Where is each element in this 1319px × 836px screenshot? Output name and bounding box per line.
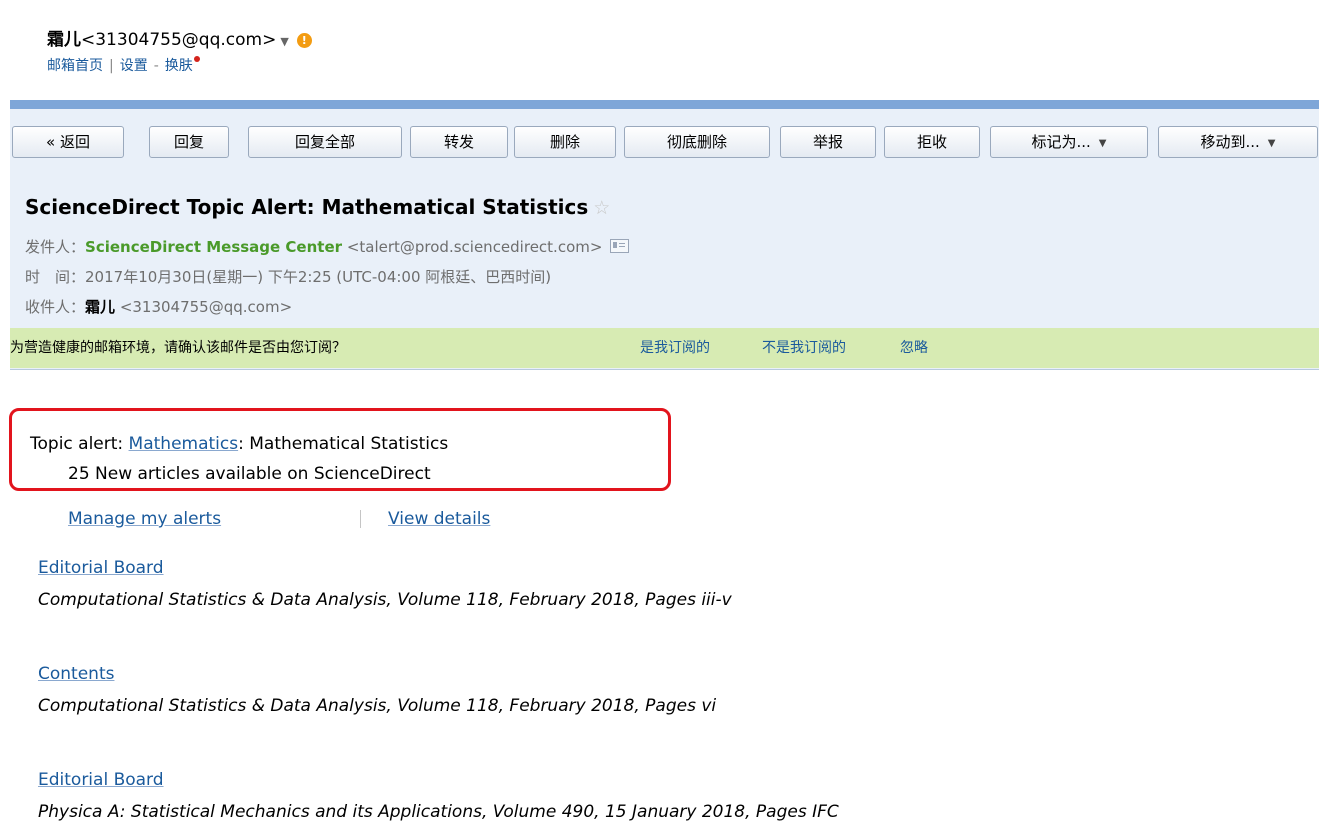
time-label: 时 间：	[25, 268, 86, 286]
sender-email: <talert@prod.sciencedirect.com>	[346, 238, 603, 256]
change-skin-link[interactable]: 换肤	[165, 58, 193, 74]
article-source: Physica A: Statistical Mechanics and its…	[38, 802, 839, 822]
reply-all-button[interactable]: 回复全部	[248, 126, 402, 158]
topic-alert-line: Topic alert: Mathematics: Mathematical S…	[30, 434, 448, 454]
subject-text: ScienceDirect Topic Alert: Mathematical …	[25, 195, 589, 219]
mail-body: Topic alert: Mathematics: Mathematical S…	[0, 370, 1319, 836]
delete-button[interactable]: 删除	[514, 126, 616, 158]
confirm-question: 为营造健康的邮箱环境，请确认该邮件是否由您订阅？	[10, 340, 346, 356]
user-email: <31304755@qq.com>	[81, 30, 277, 50]
settings-link[interactable]: 设置	[120, 58, 148, 74]
article-title-link[interactable]: Editorial Board	[38, 770, 164, 790]
topic-prefix: Topic alert:	[30, 434, 129, 454]
top-nav: 邮箱首页 | 设置 - 换肤	[47, 55, 200, 75]
mail-toolbar: « 返回 回复 回复全部 转发 删除 彻底删除 举报 拒收 标记为... ▼ 移动…	[10, 126, 1319, 160]
contact-card-icon[interactable]	[610, 239, 630, 253]
reply-button[interactable]: 回复	[149, 126, 229, 158]
sender-row: 发件人：ScienceDirect Message Center <talert…	[25, 236, 630, 257]
user-account: 霜儿<31304755@qq.com> ▼!	[47, 25, 312, 50]
move-to-dropdown[interactable]: 移动到... ▼	[1158, 126, 1318, 158]
new-badge-dot	[193, 56, 200, 62]
time-row: 时 间：2017年10月30日(星期一) 下午2:25 (UTC-04:00 阿…	[25, 266, 551, 287]
nav-separator: |	[109, 58, 114, 74]
user-name: 霜儿	[47, 30, 81, 50]
new-articles-count: 25 New articles available on ScienceDire…	[68, 464, 431, 484]
confirm-no-link[interactable]: 不是我订阅的	[762, 328, 846, 368]
chevron-down-icon: ▼	[1098, 138, 1107, 149]
account-dropdown-icon[interactable]: ▼	[280, 35, 288, 48]
mailbox-home-link[interactable]: 邮箱首页	[47, 58, 103, 74]
recipient-label: 收件人：	[25, 298, 86, 316]
recipient-email: <31304755@qq.com>	[119, 298, 293, 316]
reject-button[interactable]: 拒收	[884, 126, 980, 158]
chevron-down-icon: ▼	[1267, 138, 1276, 149]
nav-separator: -	[153, 58, 159, 74]
mark-as-dropdown[interactable]: 标记为... ▼	[990, 126, 1148, 158]
time-value: 2017年10月30日(星期一) 下午2:25 (UTC-04:00 阿根廷、巴…	[85, 268, 552, 286]
article-title-link[interactable]: Contents	[38, 664, 114, 684]
topic-suffix: : Mathematical Statistics	[238, 434, 449, 454]
confirm-ignore-link[interactable]: 忽略	[900, 328, 928, 368]
mark-as-label: 标记为...	[1031, 133, 1091, 151]
manage-alerts-link[interactable]: Manage my alerts	[68, 509, 221, 529]
article-source: Computational Statistics & Data Analysis…	[38, 696, 717, 716]
forward-button[interactable]: 转发	[410, 126, 508, 158]
move-to-label: 移动到...	[1200, 133, 1260, 151]
article-source: Computational Statistics & Data Analysis…	[38, 590, 732, 610]
subscription-confirm-bar: 为营造健康的邮箱环境，请确认该邮件是否由您订阅？ 是我订阅的 不是我订阅的 忽略	[10, 328, 1319, 368]
link-separator	[360, 510, 361, 528]
delete-permanently-button[interactable]: 彻底删除	[624, 126, 770, 158]
star-icon[interactable]: ☆	[593, 197, 610, 219]
back-button[interactable]: « 返回	[12, 126, 124, 158]
article-title-link[interactable]: Editorial Board	[38, 558, 164, 578]
mail-subject: ScienceDirect Topic Alert: Mathematical …	[25, 195, 610, 219]
report-button[interactable]: 举报	[780, 126, 876, 158]
mailbox-header: 霜儿<31304755@qq.com> ▼! 邮箱首页 | 设置 - 换肤	[0, 0, 1319, 100]
sender-name[interactable]: ScienceDirect Message Center	[85, 238, 342, 256]
notification-icon[interactable]: !	[296, 33, 312, 48]
topic-mathematics-link[interactable]: Mathematics	[129, 434, 239, 454]
confirm-yes-link[interactable]: 是我订阅的	[640, 328, 710, 368]
view-details-link[interactable]: View details	[388, 509, 490, 529]
sender-label: 发件人：	[25, 238, 86, 256]
recipient-row: 收件人：霜儿 <31304755@qq.com>	[25, 296, 292, 317]
mail-header-panel: « 返回 回复 回复全部 转发 删除 彻底删除 举报 拒收 标记为... ▼ 移动…	[10, 109, 1319, 370]
recipient-name: 霜儿	[85, 298, 116, 316]
header-divider	[10, 100, 1319, 109]
